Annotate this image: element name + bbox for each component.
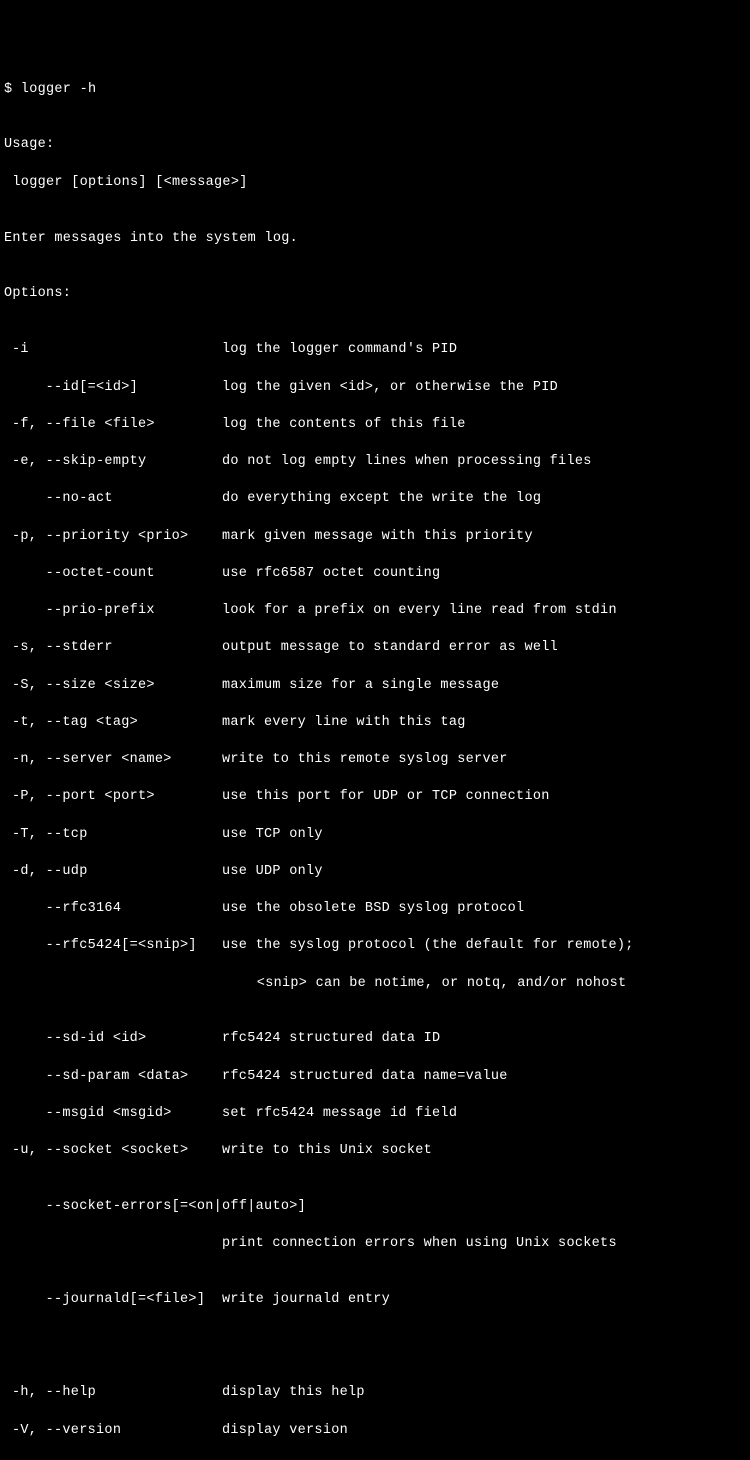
option-flags: -s, --stderr xyxy=(4,639,222,658)
option-desc: output message to standard error as well xyxy=(222,639,558,658)
option-row: --no-actdo everything except the write t… xyxy=(4,490,746,509)
option-desc: use the syslog protocol (the default for… xyxy=(222,937,634,956)
option-desc: log the given <id>, or otherwise the PID xyxy=(222,379,558,398)
option-flags: -d, --udp xyxy=(4,863,222,882)
option-flags: -u, --socket <socket> xyxy=(4,1142,222,1161)
option-row: print connection errors when using Unix … xyxy=(4,1235,746,1254)
option-desc: use TCP only xyxy=(222,826,323,845)
option-flags: --rfc5424[=<snip>] xyxy=(4,937,222,956)
option-desc: log the logger command's PID xyxy=(222,341,457,360)
option-flags: --prio-prefix xyxy=(4,602,222,621)
option-desc: display this help xyxy=(222,1384,365,1403)
option-desc: use UDP only xyxy=(222,863,323,882)
option-flags: -i xyxy=(4,341,222,360)
option-row: -e, --skip-emptydo not log empty lines w… xyxy=(4,453,746,472)
option-desc: use the obsolete BSD syslog protocol xyxy=(222,900,524,919)
option-flags: --octet-count xyxy=(4,565,222,584)
option-row: --octet-countuse rfc6587 octet counting xyxy=(4,565,746,584)
option-row: -ilog the logger command's PID xyxy=(4,341,746,360)
option-flags: -T, --tcp xyxy=(4,826,222,845)
option-flags: --journald[=<file>] xyxy=(4,1291,222,1310)
option-row: -h, --helpdisplay this help xyxy=(4,1384,746,1403)
option-desc: mark given message with this priority xyxy=(222,528,533,547)
option-desc: display version xyxy=(222,1422,348,1441)
option-row: -n, --server <name>write to this remote … xyxy=(4,751,746,770)
option-row: -u, --socket <socket>write to this Unix … xyxy=(4,1142,746,1161)
option-flags: -h, --help xyxy=(4,1384,222,1403)
option-row: -p, --priority <prio>mark given message … xyxy=(4,528,746,547)
option-row: --msgid <msgid>set rfc5424 message id fi… xyxy=(4,1105,746,1124)
option-desc: use this port for UDP or TCP connection xyxy=(222,788,550,807)
option-row: -f, --file <file>log the contents of thi… xyxy=(4,416,746,435)
option-desc: rfc5424 structured data name=value xyxy=(222,1068,508,1087)
option-row: --rfc3164use the obsolete BSD syslog pro… xyxy=(4,900,746,919)
option-row: --id[=<id>]log the given <id>, or otherw… xyxy=(4,379,746,398)
option-desc: write to this remote syslog server xyxy=(222,751,508,770)
description: Enter messages into the system log. xyxy=(4,230,746,249)
option-flags: --id[=<id>] xyxy=(4,379,222,398)
option-row: -T, --tcpuse TCP only xyxy=(4,826,746,845)
usage-line: logger [options] [<message>] xyxy=(4,174,746,193)
option-desc: maximum size for a single message xyxy=(222,677,499,696)
option-desc-continuation: <snip> can be notime, or notq, and/or no… xyxy=(4,975,746,994)
option-row: --sd-id <id>rfc5424 structured data ID xyxy=(4,1030,746,1049)
option-row: -V, --versiondisplay version xyxy=(4,1422,746,1441)
option-desc: set rfc5424 message id field xyxy=(222,1105,457,1124)
option-row: --sd-param <data>rfc5424 structured data… xyxy=(4,1068,746,1087)
option-desc: use rfc6587 octet counting xyxy=(222,565,440,584)
option-row: --rfc5424[=<snip>]use the syslog protoco… xyxy=(4,937,746,956)
option-flags: --socket-errors[=<on|off|auto>] xyxy=(4,1198,746,1217)
command-prompt: $ logger -h xyxy=(4,81,746,100)
option-desc: do not log empty lines when processing f… xyxy=(222,453,592,472)
option-row: -S, --size <size>maximum size for a sing… xyxy=(4,677,746,696)
option-flags: --no-act xyxy=(4,490,222,509)
option-flags: --rfc3164 xyxy=(4,900,222,919)
option-flags: --sd-id <id> xyxy=(4,1030,222,1049)
option-flags: -V, --version xyxy=(4,1422,222,1441)
option-flags: -S, --size <size> xyxy=(4,677,222,696)
option-desc: write journald entry xyxy=(222,1291,390,1310)
option-flags: -f, --file <file> xyxy=(4,416,222,435)
usage-header: Usage: xyxy=(4,136,746,155)
option-flags: -n, --server <name> xyxy=(4,751,222,770)
option-desc: log the contents of this file xyxy=(222,416,466,435)
options-header: Options: xyxy=(4,285,746,304)
option-desc: print connection errors when using Unix … xyxy=(222,1235,617,1254)
option-row: -s, --stderroutput message to standard e… xyxy=(4,639,746,658)
option-row: -P, --port <port>use this port for UDP o… xyxy=(4,788,746,807)
option-flags: --msgid <msgid> xyxy=(4,1105,222,1124)
option-flags: -p, --priority <prio> xyxy=(4,528,222,547)
option-row: --journald[=<file>]write journald entry xyxy=(4,1291,746,1310)
option-desc: write to this Unix socket xyxy=(222,1142,432,1161)
option-desc: do everything except the write the log xyxy=(222,490,541,509)
option-row: -d, --udpuse UDP only xyxy=(4,863,746,882)
option-desc: look for a prefix on every line read fro… xyxy=(222,602,617,621)
option-desc: rfc5424 structured data ID xyxy=(222,1030,440,1049)
option-row: --prio-prefixlook for a prefix on every … xyxy=(4,602,746,621)
option-flags: --sd-param <data> xyxy=(4,1068,222,1087)
option-flags: -P, --port <port> xyxy=(4,788,222,807)
option-flags xyxy=(4,1235,222,1254)
option-flags: -e, --skip-empty xyxy=(4,453,222,472)
